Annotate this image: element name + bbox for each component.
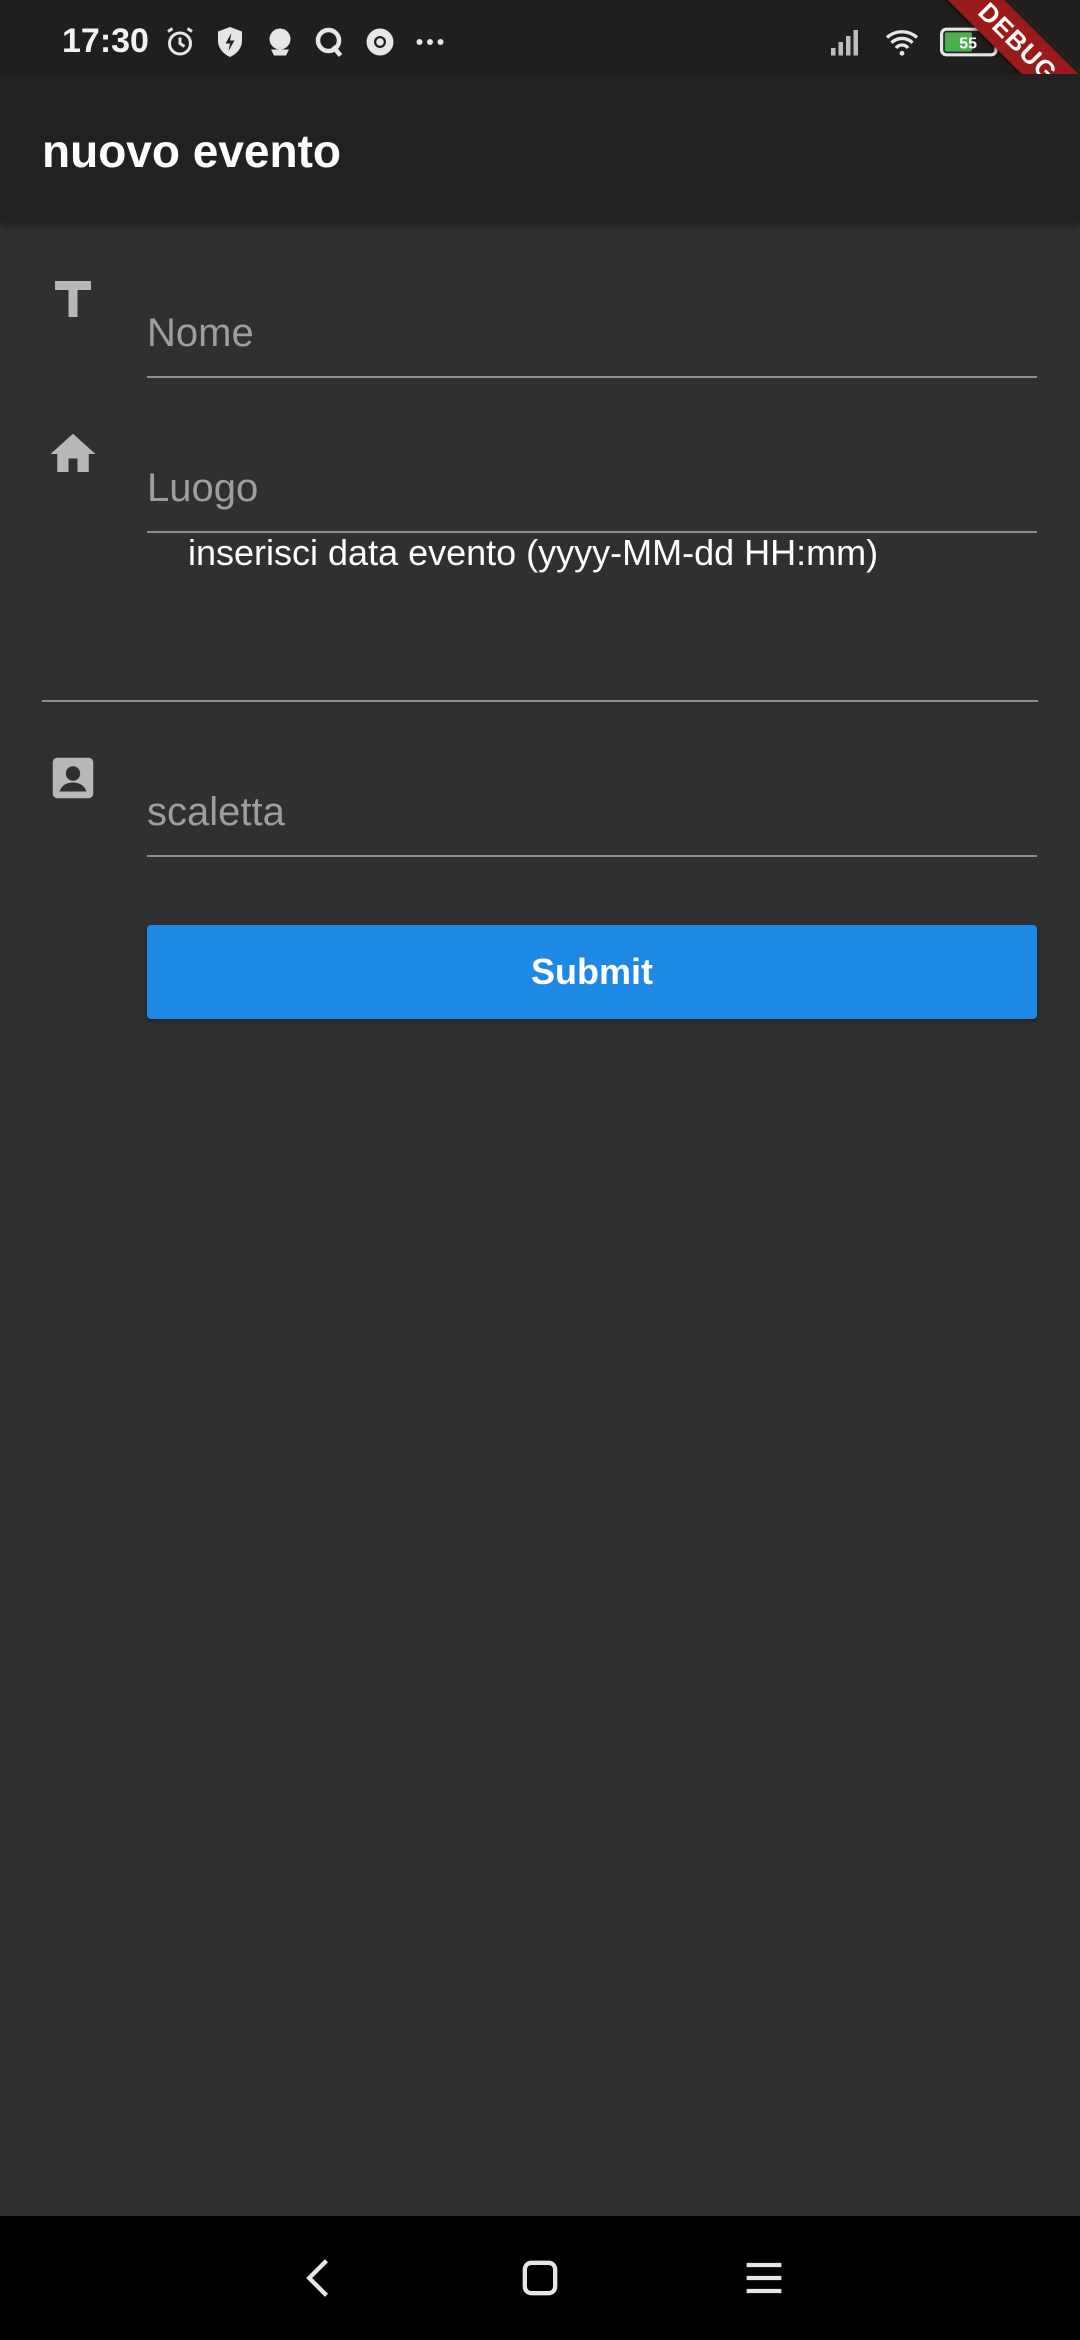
system-nav-bar [0,2216,1080,2340]
status-notification-icons [162,24,448,60]
date-field-label: inserisci data evento (yyyy-MM-dd HH:mm) [188,532,879,573]
signal-icon [828,24,864,60]
battery-level: 55 [959,35,977,52]
place-field[interactable] [147,453,1037,533]
more-dots-icon [412,24,448,60]
alarm-icon [162,24,198,60]
q-icon [312,24,348,60]
back-icon[interactable] [294,2252,346,2304]
date-field[interactable]: inserisci data evento (yyyy-MM-dd HH:mm) [42,532,1038,702]
wifi-icon [884,24,920,60]
owl-icon [262,24,298,60]
menu-icon[interactable] [738,2252,790,2304]
home-square-icon[interactable] [514,2252,566,2304]
submit-button[interactable]: Submit [147,925,1037,1019]
screen: 17:30 55 DEBUG nuovo evento Nome Luogo i… [0,0,1080,2340]
status-time: 17:30 [62,22,149,60]
setlist-field[interactable] [147,777,1037,857]
shield-bolt-icon [212,24,248,60]
status-bar: 17:30 55 [0,0,1080,74]
text-t-icon [46,272,100,326]
chrome-icon [362,24,398,60]
contact-icon [46,751,100,805]
place-input[interactable] [147,453,1037,523]
name-input[interactable] [147,298,1037,368]
page-title: nuovo evento [42,125,342,177]
setlist-input[interactable] [147,777,1037,847]
name-field[interactable] [147,298,1037,378]
app-bar: nuovo evento [0,74,1080,222]
home-icon [46,427,100,481]
